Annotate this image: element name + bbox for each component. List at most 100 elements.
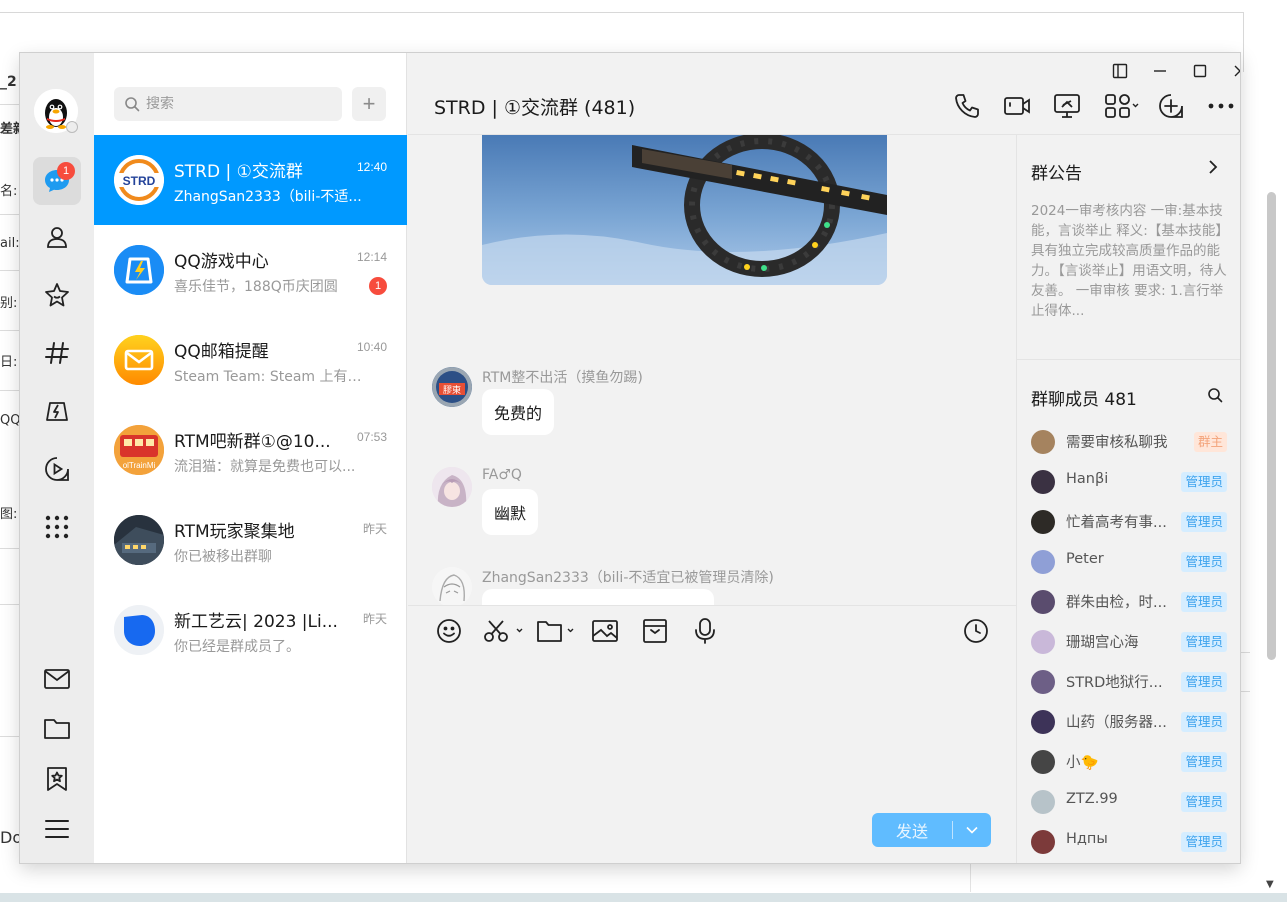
conversation-item[interactable]: 新工艺云| 2023 |Li... 昨天 你已经是群成员了。: [94, 585, 407, 675]
screen-share-icon: [1054, 94, 1080, 118]
scrollbar-thumb[interactable]: [1267, 192, 1276, 660]
member-row[interactable]: 忙着高考有事... 管理员: [1017, 502, 1240, 542]
member-row[interactable]: 珊瑚宫心海 管理员: [1017, 622, 1240, 662]
mail-icon: [44, 669, 70, 689]
members-search-button[interactable]: [1207, 387, 1223, 407]
message-bubble[interactable]: 幽默: [482, 489, 539, 535]
member-name: 小🐤: [1066, 755, 1099, 771]
member-row[interactable]: 小🐤 管理员: [1017, 742, 1240, 782]
file-button[interactable]: [536, 616, 580, 646]
more-button[interactable]: [1206, 91, 1236, 121]
member-row[interactable]: 山药（服务器... 管理员: [1017, 702, 1240, 742]
conversation-preview: 流泪猫：就算是免费也可以...: [174, 459, 356, 475]
voice-call-button[interactable]: [952, 91, 982, 121]
add-member-button[interactable]: [1156, 91, 1186, 121]
announcement-body[interactable]: 2024一审考核内容 一审:基本技能，言谈举止 释义:【基本技能】具有独立完成较…: [1031, 201, 1231, 321]
minimize-button[interactable]: [1148, 61, 1172, 81]
nav-game-button[interactable]: [33, 387, 81, 435]
contacts-icon: [47, 227, 67, 248]
screen-share-button[interactable]: [1052, 91, 1082, 121]
member-row[interactable]: ZTZ.99 管理员: [1017, 782, 1240, 822]
sender-avatar[interactable]: [432, 567, 472, 605]
gift-button[interactable]: [640, 616, 670, 646]
nav-contacts-button[interactable]: [33, 213, 81, 261]
sender-avatar[interactable]: 膠東: [432, 367, 472, 407]
apps-dropdown-button[interactable]: [1102, 91, 1142, 121]
conversation-item[interactable]: olTrainMi RTM吧新群①@10... 07:53 流泪猫：就算是免费也…: [94, 405, 407, 495]
nav-mail-button[interactable]: [33, 655, 81, 703]
search-box[interactable]: [114, 87, 342, 121]
game-center-icon: [114, 245, 164, 295]
status-indicator[interactable]: [66, 121, 78, 133]
screenshot-button[interactable]: [482, 616, 526, 646]
announcement-title[interactable]: 群公告: [1031, 159, 1082, 184]
image-message[interactable]: [482, 135, 887, 285]
nav-menu-button[interactable]: [33, 805, 81, 853]
send-label: 发送: [895, 822, 928, 841]
more-icon: [1208, 103, 1234, 109]
group-avatar: STRD: [114, 155, 164, 205]
close-button[interactable]: [1228, 61, 1240, 81]
conversation-item[interactable]: RTM玩家聚集地 昨天 你已被移出群聊: [94, 495, 407, 585]
emoji-button[interactable]: [434, 616, 464, 646]
message-bubble[interactable]: 免费的: [482, 389, 555, 435]
history-button[interactable]: [961, 616, 991, 646]
message-row: FA♂Q 幽默: [408, 467, 1016, 547]
apps-icon: [1105, 94, 1139, 118]
member-row[interactable]: 群朱由检，时... 管理员: [1017, 582, 1240, 622]
member-row[interactable]: Hanβi 管理员: [1017, 462, 1240, 502]
scroll-down-arrow-icon[interactable]: ▼: [1266, 879, 1274, 890]
announcement-open-button[interactable]: [1207, 159, 1219, 179]
member-row[interactable]: 需要审核私聊我 群主: [1017, 422, 1240, 462]
message-area[interactable]: 膠東 RTM整不出活（摸鱼勿踢) 免费的 FA♂Q 幽默 ZhangSan233…: [408, 135, 1016, 605]
message-bubble[interactable]: 非常好追加，下一半梯子断了: [482, 589, 715, 605]
send-options-button[interactable]: [953, 813, 991, 847]
message-row: ZhangSan2333（bili-不适宜已被管理员清除) 非常好追加，下一半梯…: [408, 567, 1016, 605]
add-member-icon: [1159, 94, 1183, 118]
search-input[interactable]: [146, 96, 326, 112]
background-text: _2: [0, 74, 17, 90]
send-button[interactable]: 发送: [872, 813, 991, 847]
nav-apps-button[interactable]: [33, 503, 81, 551]
sidebar-toggle-button[interactable]: [1108, 61, 1132, 81]
member-name: 需要审核私聊我: [1066, 435, 1168, 451]
add-button[interactable]: +: [352, 87, 386, 121]
admin-badge: 管理员: [1181, 592, 1227, 612]
nav-video-button[interactable]: [33, 445, 81, 493]
conversation-time: 昨天: [362, 522, 387, 536]
admin-badge: 管理员: [1181, 512, 1227, 532]
member-avatar: [1031, 470, 1055, 494]
conversation-item[interactable]: STRD STRD | ①交流群 12:40 ZhangSan2333（bili…: [94, 135, 407, 225]
image-button[interactable]: [590, 616, 620, 646]
background-divider: [0, 12, 1243, 13]
conversation-preview: ZhangSan2333（bili-不适...: [174, 189, 362, 205]
game-icon: [46, 402, 68, 421]
member-row[interactable]: Peter 管理员: [1017, 542, 1240, 582]
nav-folder-button[interactable]: [33, 705, 81, 753]
maximize-button[interactable]: [1188, 61, 1212, 81]
mail-envelope-icon: [114, 335, 164, 385]
nav-chat-button[interactable]: 1: [33, 157, 81, 205]
member-row[interactable]: STRD地狱行... 管理员: [1017, 662, 1240, 702]
sidebar-toggle-icon: [1112, 63, 1128, 79]
video-call-button[interactable]: [1002, 91, 1032, 121]
voice-button[interactable]: [690, 616, 720, 646]
nav-favorites-button[interactable]: [33, 271, 81, 319]
self-avatar[interactable]: [34, 89, 78, 133]
member-name: STRD地狱行...: [1066, 675, 1163, 691]
history-icon: [964, 619, 988, 643]
owner-badge: 群主: [1193, 432, 1227, 452]
nav-bookmark-button[interactable]: [33, 755, 81, 803]
sender-avatar[interactable]: [432, 467, 472, 507]
nav-rail: 1: [20, 53, 94, 863]
qq-window: 1 搜索 + STRD STRD | ①交流群 12:40 ZhangSan23…: [20, 53, 1240, 863]
admin-badge: 管理员: [1181, 472, 1227, 492]
background-scrollbar[interactable]: ▼: [1262, 180, 1282, 890]
conversation-name: QQ邮箱提醒: [174, 342, 269, 362]
conversation-item[interactable]: QQ邮箱提醒 10:40 Steam Team: Steam 上有新...: [94, 315, 407, 405]
conversation-item[interactable]: QQ游戏中心 12:14 喜乐佳节，188Q币庆团圆 1: [94, 225, 407, 315]
folder-icon: [537, 621, 574, 642]
station-badge-avatar: 膠東: [432, 367, 472, 407]
nav-channel-button[interactable]: [33, 329, 81, 377]
member-row[interactable]: Ндпы 管理员: [1017, 822, 1240, 862]
